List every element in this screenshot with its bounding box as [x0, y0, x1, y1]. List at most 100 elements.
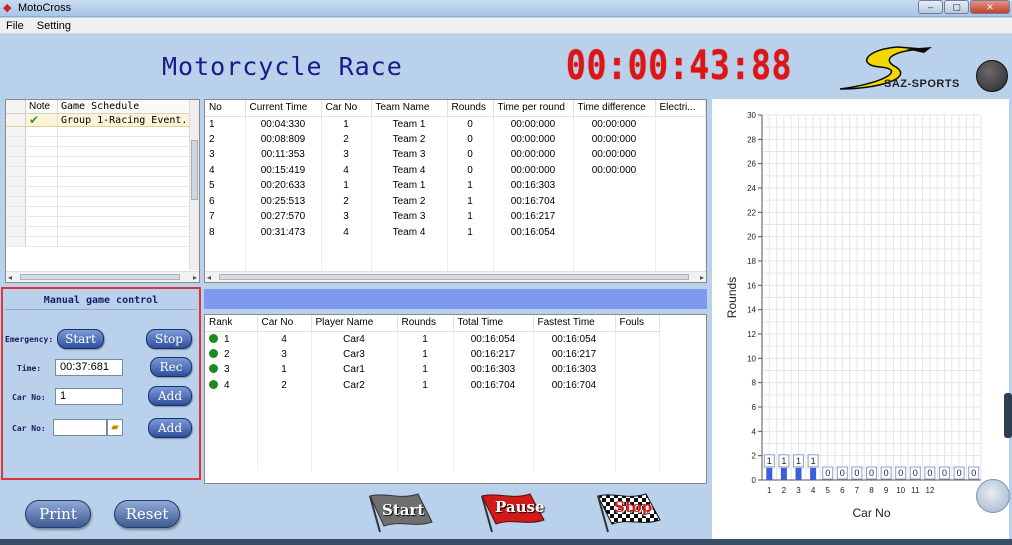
print-button[interactable]: Print	[25, 500, 91, 528]
table-cell: 00:16:704	[533, 377, 616, 393]
table-row[interactable]: 1 4 Car4 1 00:16:054 00:16:054	[205, 331, 660, 347]
emergency-start-button[interactable]: Start	[57, 329, 104, 349]
round-button[interactable]	[976, 60, 1008, 92]
table-cell: 00:25:513	[245, 193, 322, 209]
rank-value: 4	[224, 379, 230, 391]
table-cell: 0	[447, 147, 494, 163]
header: Motorcycle Race 00:00:43:88	[0, 35, 1012, 98]
col-header[interactable]: Player Name	[311, 315, 398, 332]
car-no-label: Car No:	[12, 393, 46, 402]
col-header[interactable]: Current Time	[245, 100, 322, 117]
schedule-row[interactable]: ✔ Group 1-Racing Event...	[6, 114, 199, 127]
ranking-body: 1 4 Car4 1 00:16:054 00:16:054 2 3 Car3 1 00:16:21…	[205, 331, 660, 471]
schedule-horizontal-scrollbar[interactable]: ◂ ▸	[6, 271, 199, 282]
car-no-input-2[interactable]	[53, 419, 107, 436]
y-axis-title: Rounds	[725, 277, 739, 318]
table-row[interactable]: 3 00:11:353 3 Team 3 0 00:00:000 00:00:000	[205, 147, 706, 163]
scrollbar-thumb[interactable]	[219, 274, 689, 280]
results-header-row: No Current Time Car No Team Name Rounds …	[205, 100, 706, 117]
pause-flag-button[interactable]: Pause	[478, 490, 550, 534]
col-header[interactable]: Car No	[257, 315, 312, 332]
data-label: 1	[811, 456, 816, 466]
table-cell: 0	[447, 162, 494, 178]
menu-setting[interactable]: Setting	[31, 18, 75, 32]
table-cell: 00:16:704	[493, 193, 574, 209]
schedule-row-empty	[6, 147, 199, 157]
folder-icon[interactable]: ▰	[107, 419, 123, 436]
col-header[interactable]: Fouls	[615, 315, 660, 332]
data-label: 0	[942, 468, 947, 478]
scrollbar-thumb[interactable]	[191, 140, 198, 200]
table-row[interactable]: 2 00:08:809 2 Team 2 0 00:00:000 00:00:000	[205, 131, 706, 147]
table-cell: 3	[321, 147, 372, 163]
col-header[interactable]: Electri...	[655, 100, 706, 117]
table-row[interactable]: 4 00:15:419 4 Team 4 0 00:00:000 00:00:000	[205, 162, 706, 178]
x-tick-label: 11	[911, 486, 920, 495]
table-row[interactable]: 5 00:20:633 1 Team 1 1 00:16:303	[205, 178, 706, 194]
close-button[interactable]: ✕	[970, 0, 1010, 14]
scroll-right-icon[interactable]: ▸	[700, 272, 704, 282]
table-cell: 3	[257, 346, 312, 362]
car-no-input[interactable]: 1	[55, 388, 123, 405]
table-cell: 2	[321, 193, 372, 209]
col-header[interactable]: Rounds	[447, 100, 494, 117]
table-cell: 1	[447, 209, 494, 225]
page-title: Motorcycle Race	[162, 52, 403, 81]
time-input[interactable]: 00:37:681	[55, 359, 123, 376]
col-header[interactable]: Rank	[205, 315, 258, 332]
add-button[interactable]: Add	[148, 386, 192, 406]
stop-flag-button[interactable]: Stop	[594, 490, 666, 534]
table-cell: 4	[257, 331, 312, 347]
scroll-left-icon[interactable]: ◂	[8, 272, 12, 283]
table-cell: Team 3	[371, 147, 448, 163]
col-header[interactable]: Fastest Time	[533, 315, 616, 332]
col-header[interactable]: Total Time	[453, 315, 534, 332]
table-row[interactable]: 1 00:04:330 1 Team 1 0 00:00:000 00:00:000	[205, 116, 706, 132]
table-cell	[615, 377, 660, 393]
results-horizontal-scrollbar[interactable]: ◂ ▸	[205, 271, 706, 282]
table-row[interactable]: 7 00:27:570 3 Team 3 1 00:16:217	[205, 209, 706, 225]
reset-button[interactable]: Reset	[114, 500, 180, 528]
col-header[interactable]: Car No	[321, 100, 372, 117]
assistant-icon[interactable]	[976, 479, 1010, 513]
record-button[interactable]: Rec	[150, 357, 192, 377]
table-cell: 00:00:000	[493, 147, 574, 163]
table-cell: Team 2	[371, 193, 448, 209]
scrollbar-thumb[interactable]	[20, 274, 180, 280]
y-tick-label: 4	[752, 427, 757, 436]
minimize-button[interactable]: –	[918, 0, 943, 14]
table-cell	[655, 178, 706, 194]
table-cell: 1	[257, 362, 312, 378]
table-cell: 00:04:330	[245, 116, 322, 132]
schedule-vertical-scrollbar[interactable]	[189, 100, 199, 270]
side-handle[interactable]	[1004, 393, 1012, 438]
table-cell	[655, 193, 706, 209]
data-label: 0	[840, 468, 845, 478]
col-header[interactable]: Time per round	[493, 100, 574, 117]
y-tick-label: 0	[752, 476, 757, 485]
table-row[interactable]: 8 00:31:473 4 Team 4 1 00:16:054	[205, 224, 706, 240]
table-cell: 4	[205, 377, 258, 393]
table-row[interactable]: 3 1 Car1 1 00:16:303 00:16:303	[205, 362, 660, 378]
table-cell: 1	[205, 116, 246, 132]
table-row[interactable]: 2 3 Car3 1 00:16:217 00:16:217	[205, 346, 660, 362]
col-header[interactable]: Team Name	[371, 100, 448, 117]
start-flag-button[interactable]: Start	[366, 490, 438, 534]
empty-row	[205, 408, 660, 424]
data-label: 0	[913, 468, 918, 478]
add-button-2[interactable]: Add	[148, 418, 192, 438]
scroll-right-icon[interactable]: ▸	[193, 272, 197, 283]
status-dot-icon	[209, 364, 218, 374]
table-row[interactable]: 6 00:25:513 2 Team 2 1 00:16:704	[205, 193, 706, 209]
col-header[interactable]: No	[205, 100, 246, 117]
ranking-header-row: Rank Car No Player Name Rounds Total Tim…	[205, 315, 660, 332]
schedule-row-empty	[6, 217, 199, 227]
col-header[interactable]: Time difference	[573, 100, 656, 117]
emergency-stop-button[interactable]: Stop	[146, 329, 192, 349]
maximize-button[interactable]: ▢	[944, 0, 969, 14]
table-row[interactable]: 4 2 Car2 1 00:16:704 00:16:704	[205, 377, 660, 393]
menu-file[interactable]: File	[0, 18, 28, 32]
y-tick-label: 2	[752, 452, 757, 461]
scroll-left-icon[interactable]: ◂	[207, 272, 211, 282]
col-header[interactable]: Rounds	[397, 315, 454, 332]
